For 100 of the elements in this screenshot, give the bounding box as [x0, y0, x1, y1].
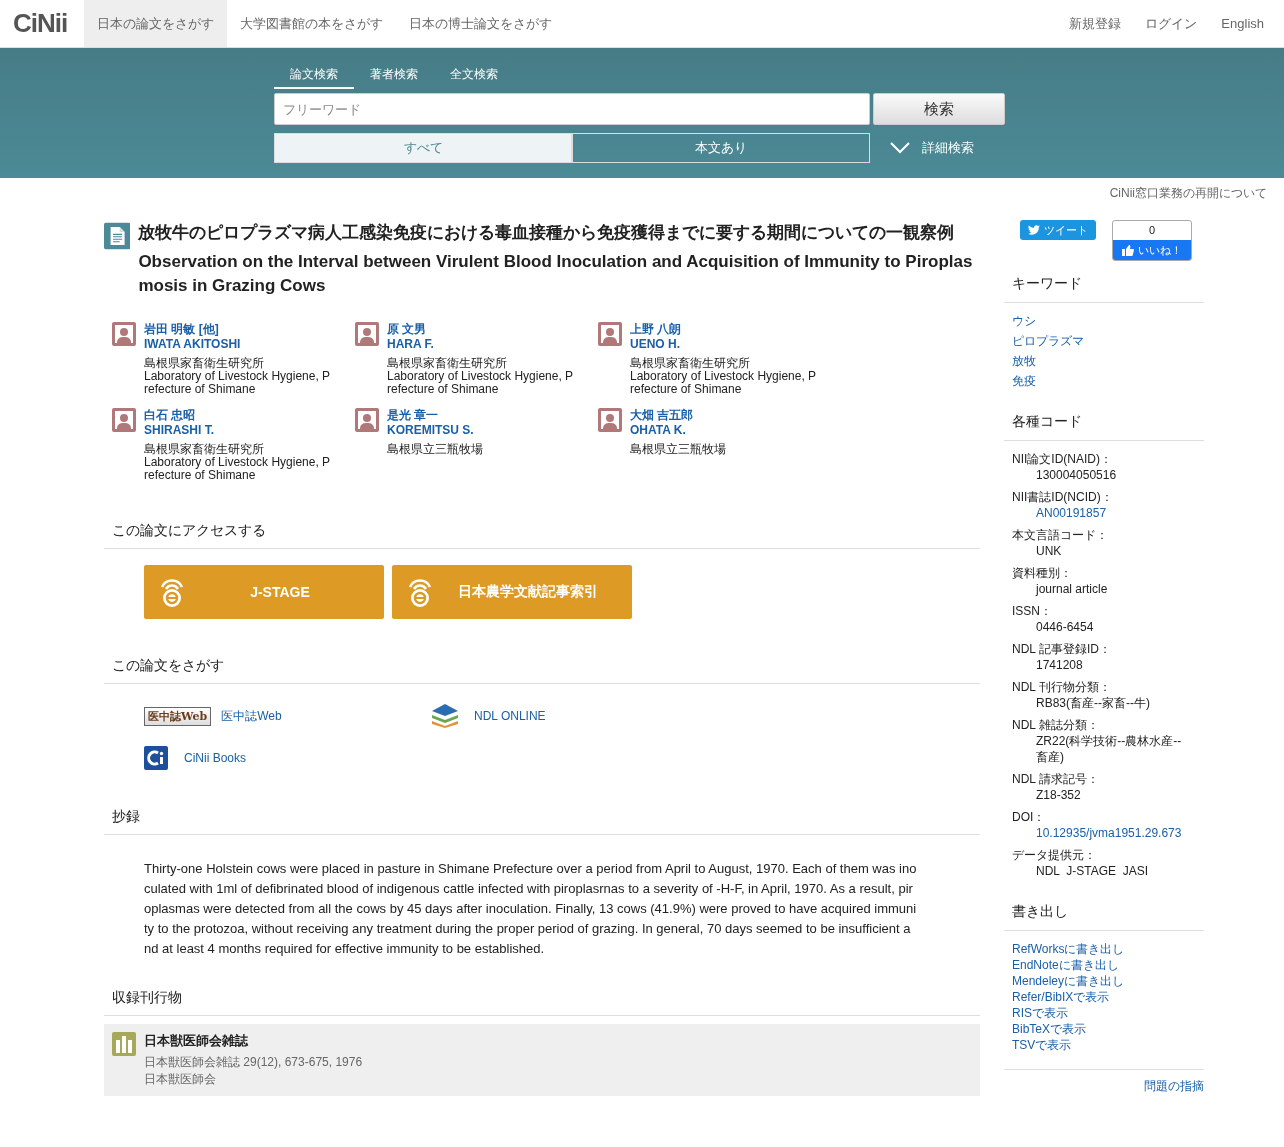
- affiliation: 島根県家畜衛生研究所: [387, 357, 508, 370]
- affiliation: 島根県家畜衛生研究所: [630, 357, 751, 370]
- author-name[interactable]: 大畑 吉五郎: [630, 408, 819, 423]
- journal-citation: 日本獣医師会雑誌 29(12), 673-675, 1976: [144, 1054, 363, 1071]
- header-link[interactable]: ログイン: [1133, 0, 1210, 47]
- title-english: Observation on the Interval between Virulent Blood Inoculation and Acquisition of Immunity to Piroplasmosis in Grazing Cows: [138, 251, 974, 297]
- journal-publisher: 日本獣医師会: [144, 1071, 217, 1088]
- site-logo[interactable]: CiNii: [0, 0, 85, 47]
- affiliation: 島根県家畜衛生研究所: [144, 357, 265, 370]
- ichushi-logo[interactable]: 医中誌Web: [144, 706, 212, 726]
- code-label: NII書誌ID(NCID)：: [1012, 489, 1114, 505]
- export-link[interactable]: RefWorksに書き出し: [1012, 941, 1196, 957]
- search-tab[interactable]: 論文検索: [274, 63, 354, 89]
- keyword-link[interactable]: ピロプラズマ: [1012, 333, 1196, 349]
- nav-tab[interactable]: 日本の論文をさがす: [84, 0, 228, 47]
- keyword-link[interactable]: 放牧: [1012, 353, 1196, 369]
- header-link[interactable]: English: [1209, 0, 1284, 47]
- nav-tab[interactable]: 大学図書館の本をさがす: [227, 0, 397, 47]
- keyword-link[interactable]: ウシ: [1012, 313, 1196, 329]
- avatar-icon: [598, 322, 622, 346]
- avatar-icon: [112, 408, 136, 432]
- search-field[interactable]: フリーワード: [274, 93, 870, 125]
- journal-title: 日本獣医師会雑誌: [144, 1032, 249, 1050]
- code-label: 本文言語コード：: [1012, 527, 1109, 543]
- advanced-search-link[interactable]: 詳細検索: [890, 139, 974, 157]
- search-service-link[interactable]: NDL ONLINE: [474, 709, 546, 723]
- affiliation: 島根県立三瓶牧場: [387, 443, 484, 456]
- document-icon: [104, 220, 131, 252]
- like-count: 0: [1147, 223, 1157, 238]
- search-tab[interactable]: 全文検索: [434, 63, 514, 89]
- chevron-down-icon: [890, 142, 910, 154]
- code-value: 1741208: [1036, 657, 1084, 673]
- export-link[interactable]: EndNoteに書き出し: [1012, 957, 1196, 973]
- code-value: ZR22(科学技術--農林水産--畜産): [1036, 733, 1183, 765]
- bird-icon: [1028, 225, 1040, 235]
- author-name[interactable]: 是光 章一: [387, 408, 576, 423]
- affiliation: Laboratory of Livestock Hygiene, Prefecture of Shimane: [144, 456, 332, 482]
- code-label: データ提供元：: [1012, 847, 1097, 863]
- section-heading: 収録刊行物: [104, 989, 980, 1016]
- search-button[interactable]: 検索: [873, 93, 1005, 125]
- code-label: NDL 記事登録ID：: [1012, 641, 1112, 657]
- code-label: NII論文ID(NAID)：: [1012, 451, 1113, 467]
- code-value: 0446-6454: [1036, 619, 1095, 635]
- sidebar-heading: 書き出し: [1004, 903, 1204, 931]
- author-name[interactable]: IWATA AKITOSHI: [144, 337, 333, 352]
- author-name[interactable]: HARA F.: [387, 337, 576, 352]
- code-value-link[interactable]: 10.12935/jvma1951.29.673: [1036, 825, 1196, 841]
- layers-icon: [432, 704, 458, 728]
- code-value: 130004050516: [1036, 467, 1118, 483]
- notice-link[interactable]: CiNii窓口業務の再開について: [0, 178, 1284, 207]
- abstract-text: Thirty-one Holstein cows were placed in pasture in Shimane Prefecture over a period from April to August, 1970. Each of them was inoculated with 1ml of defibrinated blood of indigenous cattle infected with piroplasrnas to a severity of -H-F, in April, 1970. As a result, piroplasmas were detected from all the cows by 45 days after inoculation. Finally, 13 cows (41.9%) were proved to have acquired immunity to the protozoa, without receiving any treatment during the proper period of grazing. In general, 70 days seemed to be insufficient and at least 4 months required for effective immunity to be established.: [144, 860, 917, 958]
- affiliation: Laboratory of Livestock Hygiene, Prefecture of Shimane: [144, 370, 332, 396]
- avatar-icon: [598, 408, 622, 432]
- search-service-link[interactable]: 医中誌Web: [221, 707, 282, 725]
- header-link[interactable]: 新規登録: [1057, 0, 1134, 47]
- export-link[interactable]: BibTeXで表示: [1012, 1021, 1196, 1037]
- code-label: DOI：: [1012, 809, 1047, 825]
- export-link[interactable]: Mendeleyに書き出し: [1012, 973, 1196, 989]
- report-link[interactable]: 問題の指摘: [1004, 1069, 1204, 1095]
- code-label: NDL 雑誌分類：: [1012, 717, 1100, 733]
- author-name[interactable]: KOREMITSU S.: [387, 423, 576, 438]
- scope-toggle[interactable]: 本文あり: [572, 133, 870, 163]
- section-heading: この論文をさがす: [104, 657, 980, 684]
- nav-tab[interactable]: 日本の博士論文をさがす: [396, 0, 566, 47]
- search-tab[interactable]: 著者検索: [354, 63, 434, 89]
- like-button[interactable]: いいね！: [1113, 240, 1191, 260]
- code-label: NDL 刊行物分類：: [1012, 679, 1112, 695]
- export-link[interactable]: RISで表示: [1012, 1005, 1196, 1021]
- code-label: 資料種別：: [1012, 565, 1073, 581]
- author-name[interactable]: 上野 八朗: [630, 322, 819, 337]
- author-name[interactable]: 岩田 明敏 [他]: [144, 322, 333, 337]
- avatar-icon: [112, 322, 136, 346]
- author-name[interactable]: 白石 忠昭: [144, 408, 333, 423]
- affiliation: Laboratory of Livestock Hygiene, Prefecture of Shimane: [630, 370, 818, 396]
- keyword-link[interactable]: 免疫: [1012, 373, 1196, 389]
- avatar-icon: [355, 322, 379, 346]
- title-japanese: 放牧牛のピロプラズマ病人工感染免疫における毒血接種から免疫獲得までに要する期間についての一観察例: [138, 222, 956, 244]
- code-value: journal article: [1036, 581, 1109, 597]
- thumbs-up-icon: [1122, 244, 1134, 256]
- code-value: Z18-352: [1036, 787, 1082, 803]
- avatar-icon: [355, 408, 379, 432]
- affiliation: 島根県立三瓶牧場: [630, 443, 727, 456]
- author-name[interactable]: UENO H.: [630, 337, 819, 352]
- code-value: UNK: [1036, 543, 1063, 559]
- author-name[interactable]: OHATA K.: [630, 423, 819, 438]
- section-heading: 抄録: [104, 808, 980, 835]
- affiliation: 島根県家畜衛生研究所: [144, 443, 265, 456]
- author-name[interactable]: SHIRASHI T.: [144, 423, 333, 438]
- code-label: ISSN：: [1012, 603, 1053, 619]
- scope-toggle[interactable]: すべて: [274, 133, 572, 163]
- search-service-link[interactable]: CiNii Books: [184, 751, 246, 765]
- code-value: NDL J-STAGE JASI: [1036, 863, 1150, 879]
- journal-icon: [112, 1032, 136, 1056]
- section-heading: この論文にアクセスする: [104, 522, 980, 549]
- export-link[interactable]: Refer/BibIXで表示: [1012, 989, 1196, 1005]
- sidebar-heading: 各種コード: [1004, 413, 1204, 441]
- affiliation: Laboratory of Livestock Hygiene, Prefecture of Shimane: [387, 370, 575, 396]
- export-link[interactable]: TSVで表示: [1012, 1037, 1196, 1053]
- author-name[interactable]: 原 文男: [387, 322, 576, 337]
- code-value-link[interactable]: AN00191857: [1036, 505, 1196, 521]
